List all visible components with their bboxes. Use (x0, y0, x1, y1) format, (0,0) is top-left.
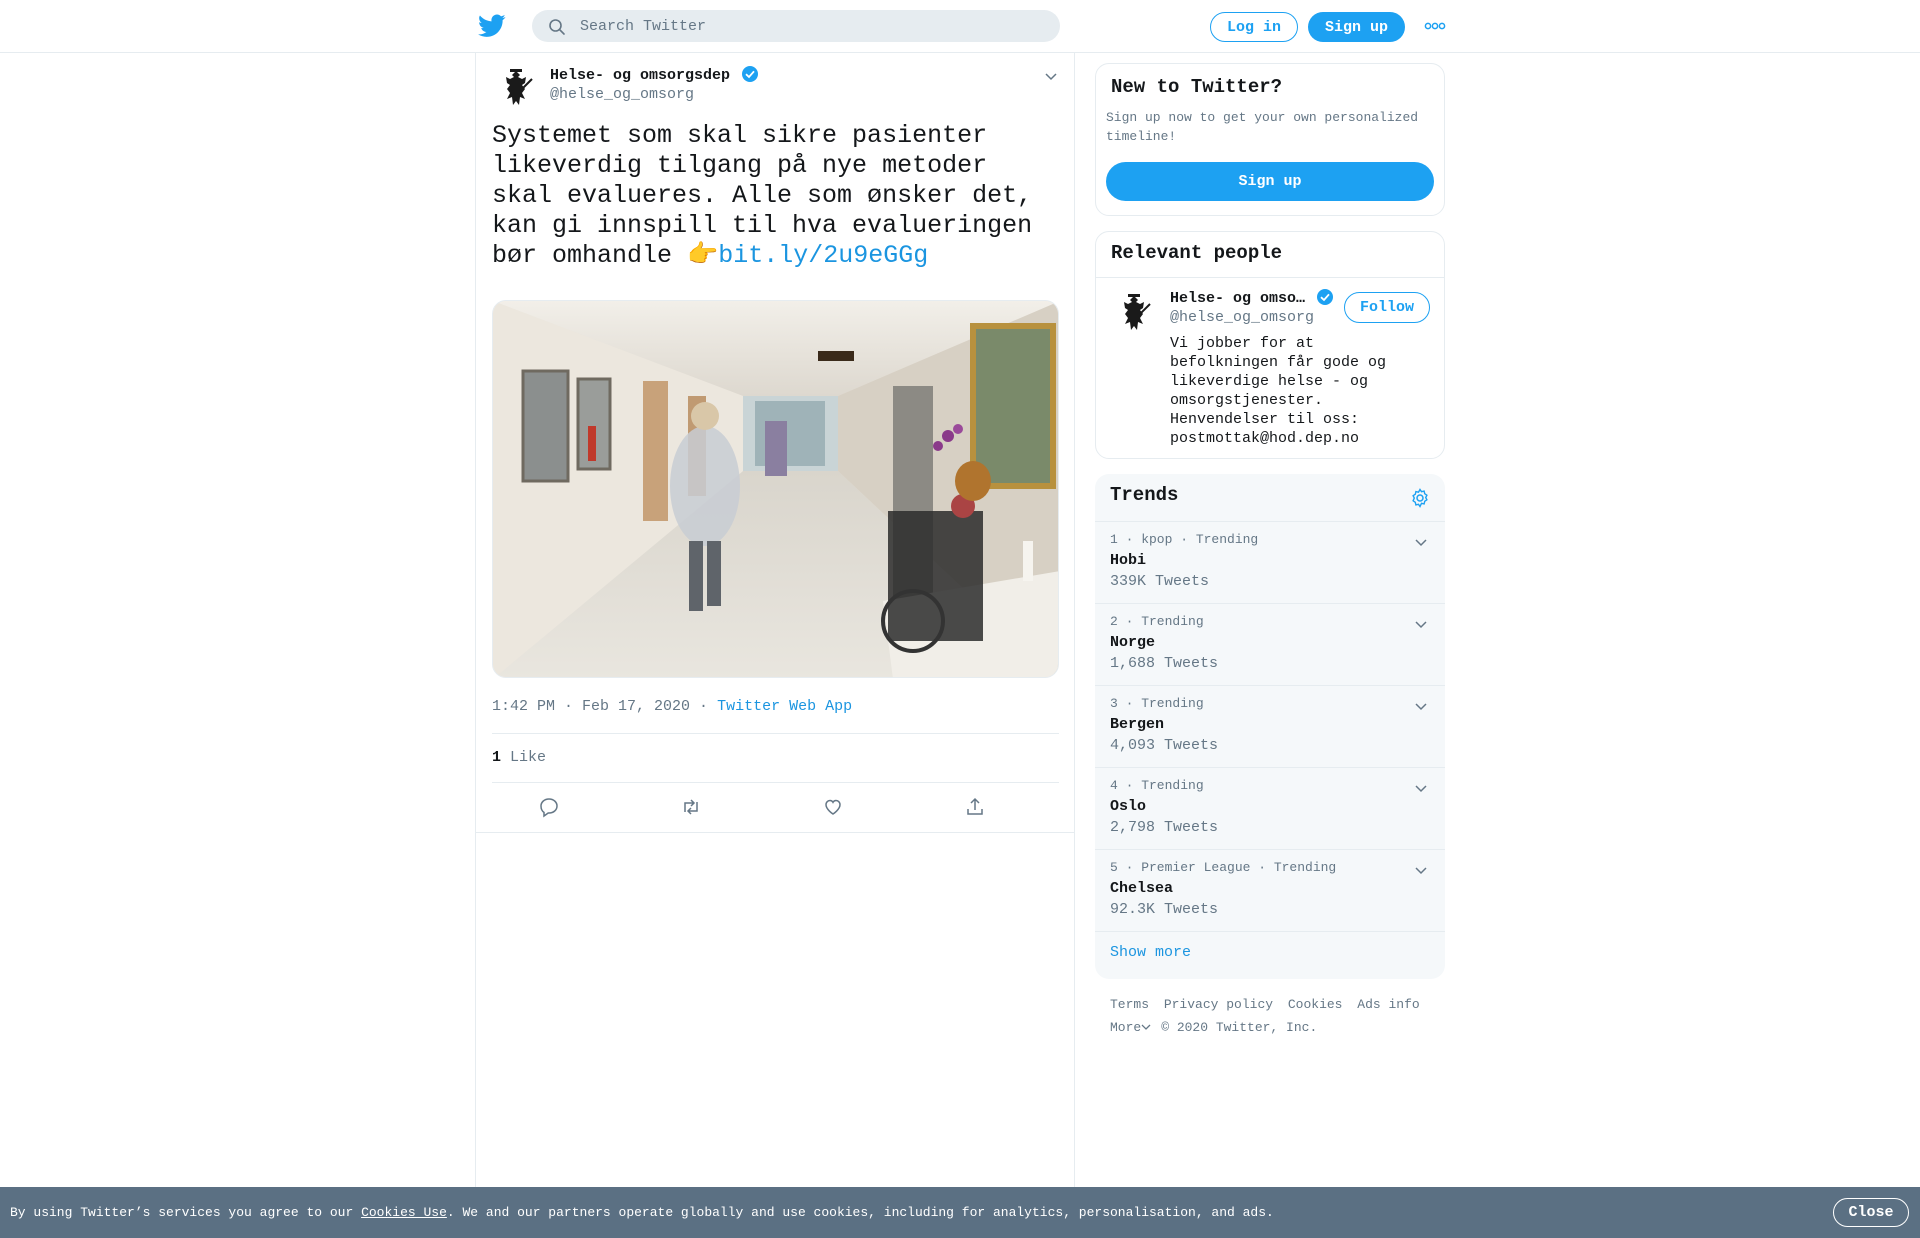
sidebar-signup-button[interactable]: Sign up (1106, 162, 1434, 201)
meta-separator: · (690, 698, 718, 715)
hospital-corridor-photo (493, 301, 1058, 677)
trend-name[interactable]: Oslo (1110, 798, 1146, 815)
trend-name[interactable]: Bergen (1110, 716, 1164, 733)
verified-badge-icon (742, 66, 759, 82)
chevron-down-icon[interactable] (1141, 1023, 1151, 1031)
relevant-person-bio: Vi jobber for at befolkningen får gode o… (1170, 335, 1387, 447)
chevron-down-icon[interactable] (1413, 698, 1429, 714)
coat-of-arms-lion-icon (1124, 294, 1151, 330)
relevant-people-title: Relevant people (1111, 242, 1283, 264)
verified-badge-icon (1317, 289, 1334, 305)
trend-meta: 4 · Trending (1110, 778, 1204, 793)
footer-row: More © 2020 Twitter, Inc. (1110, 1020, 1317, 1035)
trend-count: 92.3K Tweets (1110, 901, 1219, 918)
search-icon (549, 19, 565, 35)
cookies-use-link[interactable]: Cookies Use (361, 1205, 447, 1220)
trend-count: 2,798 Tweets (1110, 819, 1219, 836)
close-button[interactable]: Close (1833, 1198, 1909, 1227)
relevant-person-handle[interactable]: @helse_og_omsorg (1170, 309, 1314, 326)
avatar[interactable] (1110, 290, 1158, 338)
trend-meta: 3 · Trending (1110, 696, 1204, 711)
author-name[interactable]: Helse- og omsorgsdep (550, 65, 759, 84)
tweet: Helse- og omsorgsdep @helse_og_omsorg Sy… (476, 53, 1074, 833)
new-to-twitter-subtitle: Sign up now to get your own personalized… (1106, 110, 1419, 144)
trend-meta: 2 · Trending (1110, 614, 1204, 629)
new-to-twitter-card: New to Twitter? Sign up now to get your … (1095, 63, 1445, 216)
avatar[interactable] (492, 65, 540, 113)
cookie-consent-bar: By using Twitter’s services you agree to… (0, 1187, 1920, 1238)
gear-icon[interactable] (1409, 487, 1431, 509)
trend-count: 4,093 Tweets (1110, 737, 1219, 754)
tweet-link[interactable]: bit.ly/2u9eGGg (718, 241, 928, 270)
chevron-down-icon[interactable] (1413, 780, 1429, 796)
trend-name[interactable]: Norge (1110, 634, 1155, 651)
more-dots-icon[interactable] (1423, 16, 1447, 36)
tweet-photo[interactable] (492, 300, 1059, 678)
trend-count: 1,688 Tweets (1110, 655, 1219, 672)
cookie-message: By using Twitter’s services you agree to… (10, 1205, 1274, 1220)
coat-of-arms-lion-icon (506, 69, 533, 105)
trend-name[interactable]: Chelsea (1110, 880, 1173, 897)
trend-item[interactable]: 1 · kpop · Trending Hobi 339K Tweets (1095, 522, 1445, 604)
show-more-link[interactable]: Show more (1110, 944, 1191, 961)
top-navigation-bar: Log in Sign up (0, 0, 1920, 53)
search-box[interactable] (532, 10, 1060, 42)
trends-card: Trends 1 · kpop · Trending Hobi 339K Twe… (1095, 474, 1445, 979)
like-count[interactable]: 1 (492, 749, 501, 766)
heart-icon[interactable] (822, 796, 844, 818)
footer-link-ads-info[interactable]: Ads info (1357, 997, 1419, 1012)
chevron-down-icon[interactable] (1413, 616, 1429, 632)
login-button[interactable]: Log in (1210, 12, 1298, 42)
search-input[interactable] (580, 10, 1040, 42)
relevant-person-name-text[interactable]: Helse- og omso… (1170, 290, 1305, 307)
pointing-hand-emoji: 👉 (687, 241, 719, 270)
chevron-down-icon[interactable] (1413, 862, 1429, 878)
divider (1096, 277, 1444, 278)
author-handle[interactable]: @helse_og_omsorg (550, 86, 694, 103)
tweet-actions (492, 783, 1059, 832)
trend-name[interactable]: Hobi (1110, 552, 1146, 569)
trend-item[interactable]: 2 · Trending Norge 1,688 Tweets (1095, 604, 1445, 686)
copyright: © 2020 Twitter, Inc. (1161, 1020, 1318, 1035)
tweet-text: Systemet som skal sikre pasienter likeve… (492, 121, 1062, 271)
footer-more-link[interactable]: More (1110, 1020, 1141, 1035)
signup-button[interactable]: Sign up (1308, 12, 1405, 42)
trend-meta: 5 · Premier League · Trending (1110, 860, 1337, 875)
trend-item[interactable]: 3 · Trending Bergen 4,093 Tweets (1095, 686, 1445, 768)
footer-link-cookies[interactable]: Cookies (1288, 997, 1343, 1012)
trend-meta: 1 · kpop · Trending (1110, 532, 1259, 547)
tweet-timestamp: 1:42 PM · Feb 17, 2020 · Twitter Web App (492, 698, 852, 715)
trends-title: Trends (1110, 484, 1179, 506)
cookie-prefix: By using Twitter’s services you agree to… (10, 1205, 362, 1220)
share-icon[interactable] (964, 796, 986, 818)
footer-link-privacy[interactable]: Privacy policy (1164, 997, 1273, 1012)
cookie-suffix: . We and our partners operate globally a… (446, 1205, 1274, 1220)
trend-item[interactable]: 5 · Premier League · Trending Chelsea 92… (1095, 850, 1445, 932)
chevron-down-icon[interactable] (1042, 67, 1060, 85)
main-column: Helse- og omsorgsdep @helse_og_omsorg Sy… (475, 53, 1075, 1238)
reply-icon[interactable] (538, 796, 560, 818)
author-name-text[interactable]: Helse- og omsorgsdep (550, 67, 730, 84)
relevant-people-card: Relevant people Helse- og omso… @helse_o… (1095, 231, 1445, 459)
new-to-twitter-title: New to Twitter? (1111, 76, 1283, 98)
trend-item[interactable]: 4 · Trending Oslo 2,798 Tweets (1095, 768, 1445, 850)
tweet-source[interactable]: Twitter Web App (717, 698, 852, 715)
trends-header: Trends (1095, 474, 1445, 522)
retweet-icon[interactable] (680, 796, 702, 818)
footer-link-terms[interactable]: Terms (1110, 997, 1149, 1012)
twitter-bird-icon[interactable] (478, 14, 506, 38)
footer-links: Terms Privacy policy Cookies Ads info (1110, 997, 1427, 1012)
chevron-down-icon[interactable] (1413, 534, 1429, 550)
like-label[interactable]: Like (510, 749, 546, 766)
trend-count: 339K Tweets (1110, 573, 1210, 590)
follow-button[interactable]: Follow (1344, 292, 1430, 323)
relevant-person-name[interactable]: Helse- og omso… (1170, 288, 1334, 307)
tweet-stats: 1 Like (492, 733, 1059, 783)
tweet-time[interactable]: 1:42 PM · Feb 17, 2020 (492, 698, 690, 715)
